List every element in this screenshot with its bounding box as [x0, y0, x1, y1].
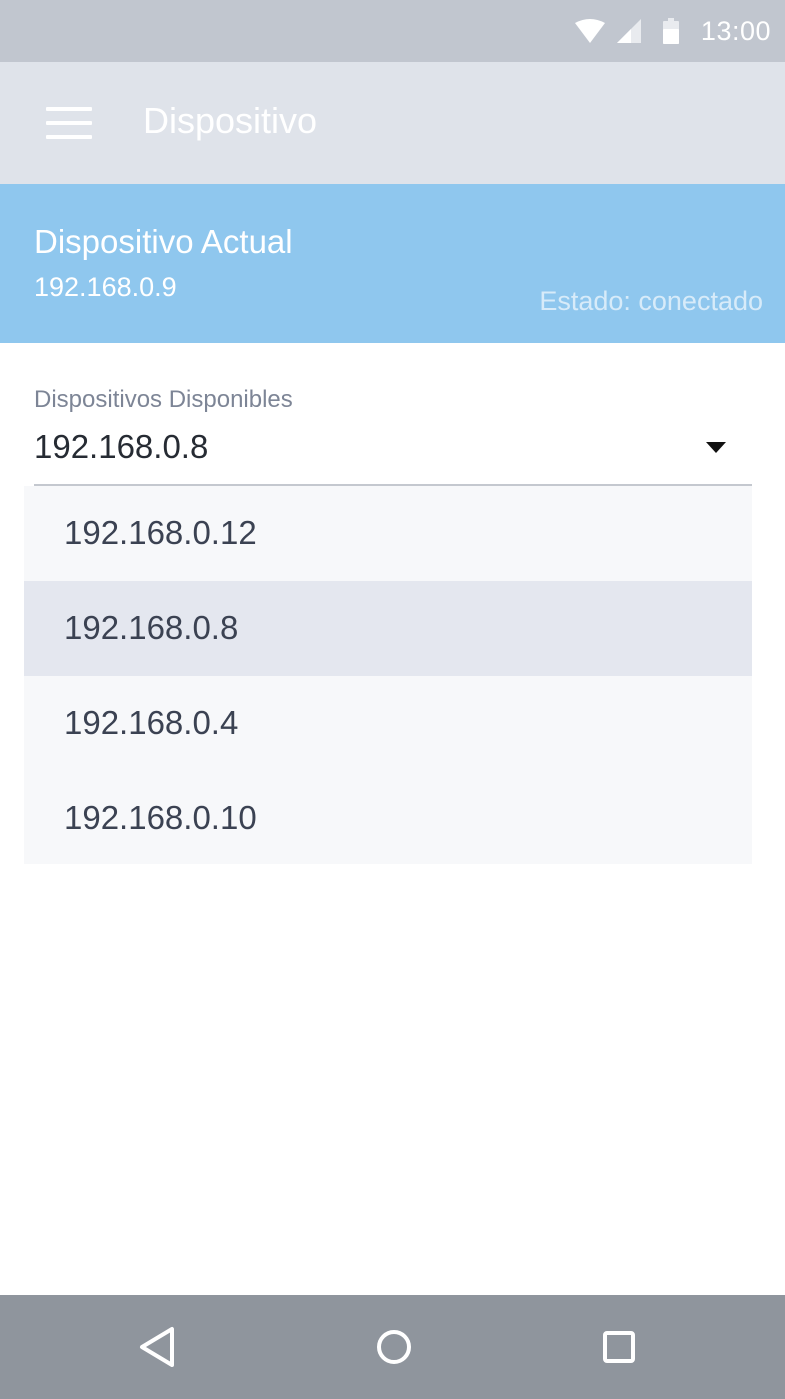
status-time: 13:00	[700, 15, 771, 46]
menu-icon	[46, 107, 92, 111]
status-bar: 13:00	[0, 0, 785, 62]
chevron-down-icon	[706, 442, 726, 453]
device-option[interactable]: 192.168.0.12	[24, 486, 752, 581]
back-button[interactable]	[131, 1321, 183, 1373]
connection-status: Estado: conectado	[539, 286, 763, 316]
page-title: Dispositivo	[143, 100, 318, 141]
battery-icon	[662, 18, 679, 44]
device-option[interactable]: 192.168.0.4	[24, 676, 752, 771]
device-option-label: 192.168.0.10	[64, 799, 257, 836]
current-device-panel: Dispositivo Actual 192.168.0.9 Estado: c…	[0, 184, 785, 343]
device-select-value: 192.168.0.8	[34, 428, 209, 465]
home-icon	[377, 1330, 411, 1364]
recents-icon	[603, 1331, 635, 1363]
back-icon	[140, 1327, 174, 1367]
status-icons: 13:00	[574, 0, 771, 62]
device-option-selected[interactable]: 192.168.0.8	[24, 581, 752, 676]
menu-icon-bar	[46, 121, 92, 125]
current-device-ip: 192.168.0.9	[34, 272, 177, 302]
device-option-label: 192.168.0.8	[64, 609, 239, 646]
device-select[interactable]: 192.168.0.8	[34, 420, 752, 486]
navigation-bar	[0, 1295, 785, 1399]
signal-icon	[616, 19, 641, 43]
device-select-label: Dispositivos Disponibles	[34, 386, 293, 413]
menu-icon-bar	[46, 135, 92, 139]
device-option-label: 192.168.0.12	[64, 514, 257, 551]
device-option-label: 192.168.0.4	[64, 704, 239, 741]
device-screen: 13:00 Dispositivo Dispositivo Actual 192…	[0, 0, 785, 1399]
wifi-icon	[574, 19, 605, 43]
recents-button[interactable]	[593, 1321, 645, 1373]
current-device-title: Dispositivo Actual	[34, 223, 293, 260]
home-button[interactable]	[368, 1321, 420, 1373]
device-options-list: 192.168.0.12 192.168.0.8 192.168.0.4 192…	[24, 486, 752, 864]
app-bar: Dispositivo	[0, 62, 785, 184]
device-option[interactable]: 192.168.0.10	[24, 771, 752, 866]
menu-button[interactable]	[46, 107, 92, 139]
